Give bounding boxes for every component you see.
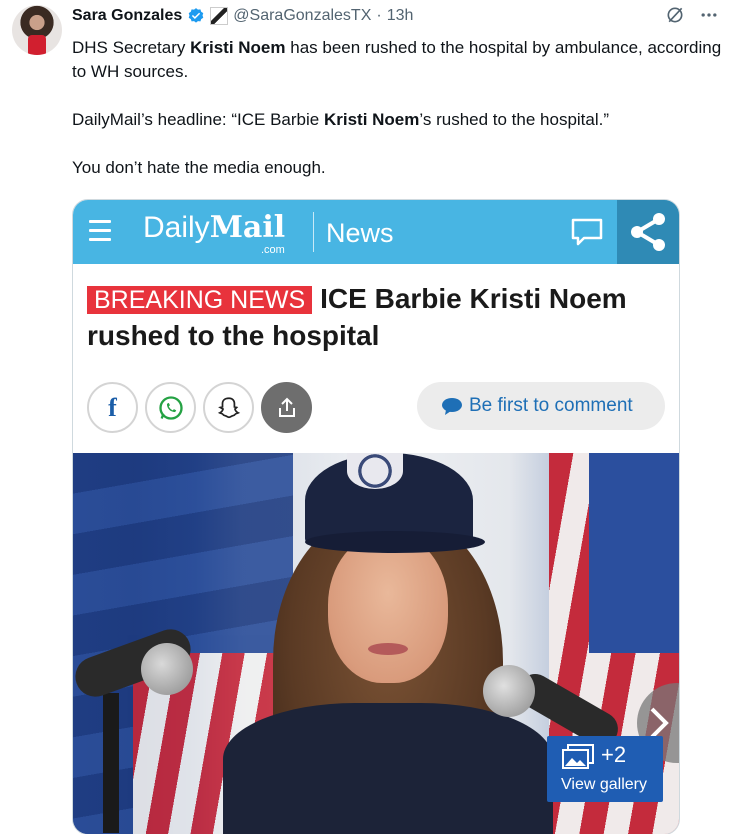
article-headline: BREAKING NEWS ICE Barbie Kristi Noem rush…	[87, 281, 667, 354]
speech-bubble-icon	[442, 398, 462, 415]
author-avatar[interactable]	[12, 5, 62, 55]
microphone-right	[483, 665, 535, 717]
gallery-icon	[562, 744, 594, 769]
dailymail-logo: DailyMail .com	[143, 210, 286, 256]
separator: ·	[376, 7, 382, 24]
view-gallery-badge: +2 View gallery	[547, 736, 663, 802]
gallery-count: +2	[601, 742, 627, 767]
tweet-paragraph-1: DHS Secretary Kristi Noem has been rushe…	[72, 38, 722, 81]
share-icon-box	[617, 200, 679, 264]
microphone-left	[141, 643, 193, 695]
facebook-share-icon: f	[87, 382, 138, 433]
gallery-label: View gallery	[561, 776, 647, 793]
tweet-header: Sara Gonzales @SaraGonzalesTX · 13h	[72, 5, 413, 27]
header-divider	[313, 212, 314, 252]
dailymail-header-bar: DailyMail .com News	[73, 200, 679, 264]
grok-icon[interactable]	[665, 5, 685, 25]
attached-image-card[interactable]: DailyMail .com News BREAKING NEWS ICE Bar…	[72, 199, 680, 834]
affiliation-badge-icon[interactable]	[210, 7, 229, 25]
author-name[interactable]: Sara Gonzales	[72, 7, 182, 25]
more-icon[interactable]	[699, 5, 719, 25]
breaking-news-label: BREAKING NEWS	[87, 286, 313, 314]
verified-badge-icon	[189, 8, 204, 23]
comment-cta-label: Be first to comment	[469, 395, 633, 416]
share-buttons: f	[87, 382, 312, 433]
tweet-actions-top	[665, 5, 719, 25]
section-label: News	[326, 218, 394, 248]
author-handle[interactable]: @SaraGonzalesTX	[233, 7, 371, 25]
snapchat-share-icon	[203, 382, 254, 433]
dhs-seal-icon	[347, 453, 403, 489]
share-icon	[631, 213, 665, 251]
menu-icon	[89, 220, 111, 242]
person-face	[328, 533, 448, 683]
tweet-time[interactable]: 13h	[387, 7, 414, 25]
upload-share-icon	[261, 382, 312, 433]
article-photo: +2 View gallery	[73, 453, 679, 834]
tweet-paragraph-2: DailyMail’s headline: “ICE Barbie Kristi…	[72, 110, 610, 129]
tweet-text: DHS Secretary Kristi Noem has been rushe…	[72, 36, 722, 204]
tweet-paragraph-3: You don’t hate the media enough.	[72, 158, 326, 177]
comment-bubble-icon	[571, 218, 603, 246]
comment-button: Be first to comment	[417, 382, 665, 430]
whatsapp-share-icon	[145, 382, 196, 433]
